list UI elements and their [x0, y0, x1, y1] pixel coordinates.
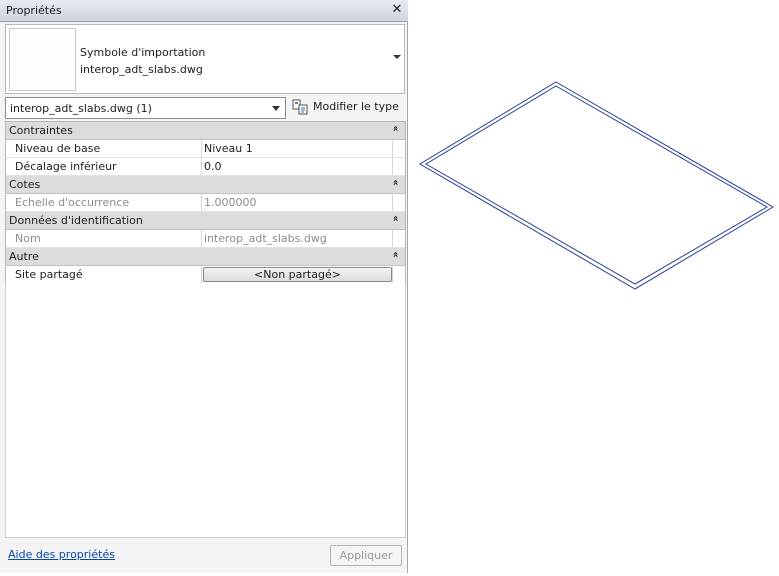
drawing-viewport[interactable] — [409, 0, 779, 573]
properties-help-link[interactable]: Aide des propriétés — [8, 548, 115, 561]
collapse-icon[interactable]: » — [390, 215, 401, 221]
property-row-shared-site[interactable]: Site partagé <Non partagé> — [6, 266, 405, 284]
edit-type-label: Modifier le type — [313, 100, 399, 113]
column-divider — [392, 230, 393, 247]
close-icon[interactable]: ✕ — [389, 2, 405, 18]
collapse-icon[interactable]: » — [390, 125, 401, 131]
group-header-identity-data[interactable]: Données d'identification » — [6, 212, 405, 230]
group-header-constraints[interactable]: Contraintes » — [6, 122, 405, 140]
slab-isometric-view[interactable] — [409, 0, 779, 573]
type-selector[interactable]: Symbole d'importation interop_adt_slabs.… — [5, 24, 405, 94]
property-name: Echelle d'occurrence — [15, 196, 130, 209]
collapse-icon[interactable]: » — [390, 251, 401, 257]
dropdown-arrow-icon[interactable] — [272, 106, 280, 111]
column-divider — [201, 158, 202, 175]
slab-inner-edge — [425, 85, 768, 285]
edit-type-icon — [292, 99, 308, 115]
type-preview-thumbnail — [9, 28, 76, 91]
group-header-dimensions[interactable]: Cotes » — [6, 176, 405, 194]
column-divider — [201, 230, 202, 247]
instance-filter-value: interop_adt_slabs.dwg (1) — [10, 102, 152, 115]
group-header-other[interactable]: Autre » — [6, 248, 405, 266]
column-divider — [201, 266, 202, 283]
property-row-instance-scale: Echelle d'occurrence 1.000000 — [6, 194, 405, 212]
properties-grid: Contraintes » Niveau de base Niveau 1 Dé… — [5, 121, 406, 284]
column-divider — [392, 266, 393, 283]
column-divider — [392, 194, 393, 211]
group-label: Autre — [9, 250, 39, 263]
slab-outer-edge — [419, 81, 774, 290]
group-label: Cotes — [9, 178, 41, 191]
property-name: Nom — [15, 232, 41, 245]
group-label: Contraintes — [9, 124, 73, 137]
chevron-down-icon[interactable] — [393, 55, 401, 59]
palette-titlebar[interactable]: Propriétés ✕ — [0, 0, 408, 22]
column-divider — [392, 140, 393, 157]
type-family-label: Symbole d'importation — [80, 46, 206, 59]
shared-site-button[interactable]: <Non partagé> — [203, 267, 392, 282]
type-name-label: interop_adt_slabs.dwg — [80, 63, 203, 76]
palette-title: Propriétés — [6, 4, 62, 17]
property-value[interactable]: 0.0 — [204, 160, 392, 173]
property-name: Niveau de base — [15, 142, 101, 155]
apply-button[interactable]: Appliquer — [330, 545, 402, 566]
property-row-base-offset[interactable]: Décalage inférieur 0.0 — [6, 158, 405, 176]
slab-outline[interactable] — [419, 81, 774, 290]
property-row-name: Nom interop_adt_slabs.dwg — [6, 230, 405, 248]
property-name: Site partagé — [15, 268, 83, 281]
column-divider — [201, 140, 202, 157]
property-value: 1.000000 — [204, 196, 257, 209]
property-value: interop_adt_slabs.dwg — [204, 232, 327, 245]
group-label: Données d'identification — [9, 214, 143, 227]
collapse-icon[interactable]: » — [390, 179, 401, 185]
properties-palette: Propriétés ✕ Symbole d'importation inter… — [0, 0, 408, 573]
properties-empty-area — [5, 283, 406, 538]
property-row-base-level[interactable]: Niveau de base Niveau 1 — [6, 140, 405, 158]
property-value[interactable]: Niveau 1 — [204, 142, 392, 155]
property-name: Décalage inférieur — [15, 160, 117, 173]
instance-filter-dropdown[interactable]: interop_adt_slabs.dwg (1) — [5, 97, 286, 119]
column-divider — [392, 158, 393, 175]
column-divider — [201, 194, 202, 211]
